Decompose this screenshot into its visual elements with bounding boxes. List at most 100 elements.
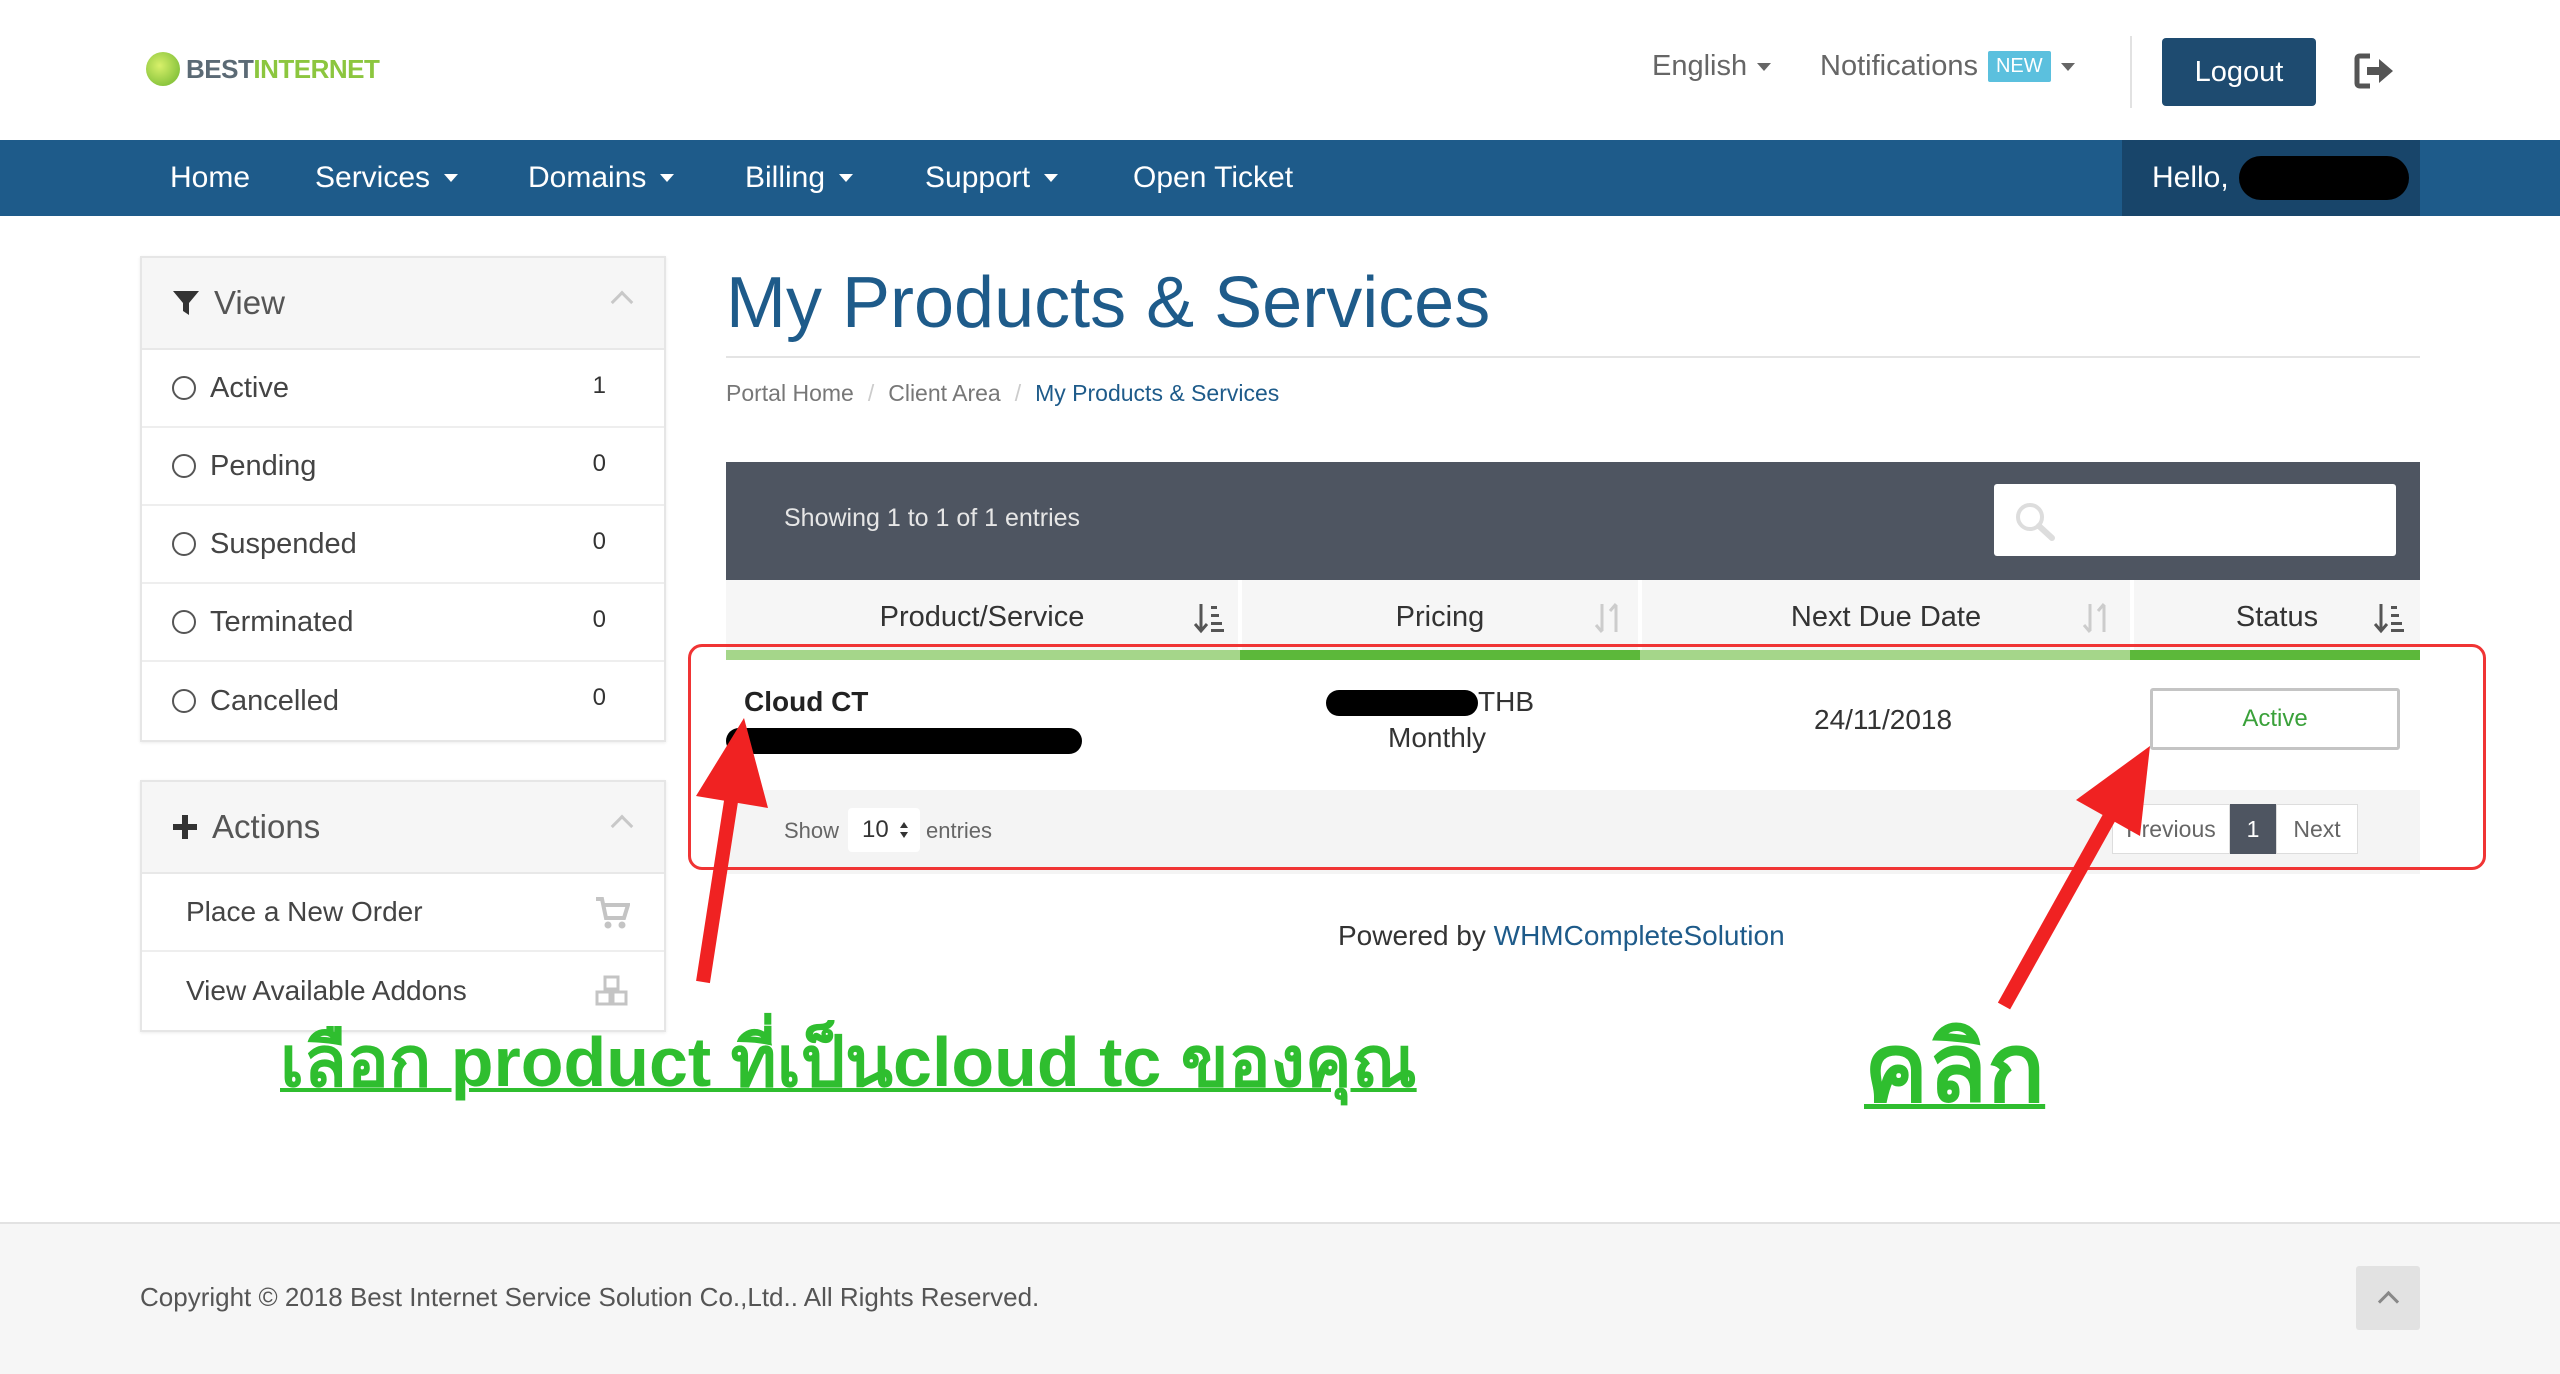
cubes-icon [595,975,628,1006]
filter-label: Terminated [210,605,354,638]
nav-home-label: Home [170,161,251,194]
back-to-top-button[interactable] [2356,1266,2420,1330]
actions-panel-header[interactable]: Actions [142,782,664,874]
nav-domains[interactable]: Domains [528,140,675,216]
filter-count: 1 [592,372,606,399]
site-header: BESTINTERNET English Notifications NEW L… [0,0,2560,140]
nav-services-label: Services [315,161,431,194]
view-panel-header[interactable]: View [142,258,664,350]
showing-entries-text: Showing 1 to 1 of 1 entries [784,504,1081,532]
filter-count: 0 [592,528,606,555]
powered-by-prefix: Powered by [1338,920,1486,951]
column-label: Pricing [1395,600,1485,633]
nav-domains-label: Domains [528,161,647,194]
main-navbar: Home Services Domains Billing Support Op… [0,140,2560,216]
filter-count: 0 [592,606,606,633]
sign-out-icon[interactable] [2354,52,2396,90]
breadcrumb-current: My Products & Services [1035,380,1280,406]
nav-billing-label: Billing [745,161,826,194]
header-divider [2130,36,2132,108]
user-menu[interactable]: Hello, [2122,140,2420,216]
action-label: Place a New Order [186,896,423,927]
filter-label: Suspended [210,527,357,560]
nav-services[interactable]: Services [315,140,459,216]
actions-panel: Actions Place a New Order View Available… [140,780,666,1032]
chevron-down-icon [839,174,854,182]
radio-icon[interactable] [172,610,196,634]
sort-icon [1194,604,1224,634]
notifications-dropdown[interactable]: Notifications NEW [1820,50,2075,83]
page-title: My Products & Services [726,263,1491,343]
logo-text: BESTINTERNET [186,53,380,84]
annotation-click: คลิก [1864,1015,2046,1122]
chevron-down-icon [1044,174,1059,182]
breadcrumb-portal-home[interactable]: Portal Home [726,380,854,406]
search-icon [2016,503,2055,541]
logout-button[interactable]: Logout [2162,38,2316,106]
sort-both-icon [2082,603,2106,633]
nav-billing[interactable]: Billing [745,140,854,216]
filter-label: Pending [210,449,317,482]
th-pricing[interactable]: Pricing [1242,580,1638,654]
radio-icon[interactable] [172,454,196,478]
plus-icon [173,815,197,839]
view-filter-panel: View Active 1 Pending 0 Suspended 0 Term… [140,256,666,742]
filter-terminated[interactable]: Terminated 0 [142,584,664,662]
filter-cancelled[interactable]: Cancelled 0 [142,662,664,740]
chevron-down-icon [444,174,459,182]
chevron-up-icon[interactable] [610,814,634,838]
breadcrumb: Portal Home / Client Area / My Products & Se… [726,380,1280,406]
copyright-text: Copyright © 2018 Best Internet Service S… [140,1282,1040,1312]
th-status[interactable]: Status [2134,580,2420,654]
site-footer: Copyright © 2018 Best Internet Service S… [0,1222,2560,1374]
filter-label: Cancelled [210,684,339,717]
new-badge: NEW [1987,51,2051,82]
sort-icon [2374,604,2404,634]
filter-label: Active [210,371,289,404]
nav-open-ticket-label: Open Ticket [1133,161,1294,194]
filter-icon [173,291,199,315]
chevron-up-icon[interactable] [610,290,634,314]
cart-icon [596,897,630,929]
sort-both-icon [1594,603,1618,633]
radio-icon[interactable] [172,376,196,400]
chevron-down-icon [660,174,675,182]
chevron-down-icon [2060,62,2075,71]
nav-support-label: Support [925,161,1031,194]
action-label: View Available Addons [186,975,467,1006]
radio-icon[interactable] [172,532,196,556]
filter-count: 0 [592,450,606,477]
powered-by: Powered by WHMCompleteSolution [1338,920,1785,952]
notifications-label: Notifications [1820,50,1978,82]
radio-icon[interactable] [172,689,196,713]
nav-home[interactable]: Home [170,140,250,216]
language-dropdown[interactable]: English [1652,50,1772,83]
language-label: English [1652,50,1748,82]
breadcrumb-client-area[interactable]: Client Area [888,380,1001,406]
place-new-order-link[interactable]: Place a New Order [142,874,664,952]
highlight-box [688,644,2486,870]
table-search-input[interactable] [1994,484,2396,556]
whmcs-link[interactable]: WHMCompleteSolution [1494,920,1785,951]
logo-globe-icon [146,52,180,86]
filter-active[interactable]: Active 1 [142,350,664,428]
chevron-down-icon [1757,62,1772,71]
column-label: Status [2235,600,2319,633]
filter-pending[interactable]: Pending 0 [142,428,664,506]
title-divider [726,356,2420,358]
table-toolbar: Showing 1 to 1 of 1 entries [726,462,2420,580]
column-label: Next Due Date [1790,600,1982,633]
hello-label: Hello, [2152,161,2229,194]
th-product-service[interactable]: Product/Service [726,580,1238,654]
th-next-due-date[interactable]: Next Due Date [1642,580,2130,654]
actions-panel-title: Actions [212,808,321,845]
nav-support[interactable]: Support [925,140,1059,216]
annotation-select-product: เลือก product ที่เป็นcloud tc ของคุณ [280,1023,1417,1101]
column-label: Product/Service [879,600,1085,633]
filter-count: 0 [592,684,606,711]
view-panel-title: View [214,284,285,321]
nav-open-ticket[interactable]: Open Ticket [1133,140,1293,216]
redacted-username [2238,156,2409,200]
brand-logo[interactable]: BESTINTERNET [146,52,380,86]
filter-suspended[interactable]: Suspended 0 [142,506,664,584]
